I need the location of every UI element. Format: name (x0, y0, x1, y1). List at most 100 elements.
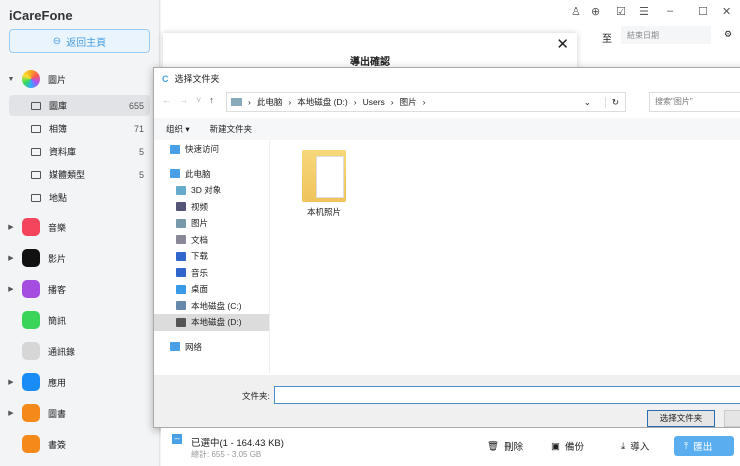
folder-item[interactable]: 本机照片 (294, 150, 354, 218)
menu-icon[interactable]: ☰ (639, 5, 649, 18)
tree-item[interactable]: 图片 (154, 215, 269, 232)
maximize-button[interactable]: ☐ (698, 5, 708, 18)
nav-arrows[interactable]: ←→˅↑ (162, 95, 222, 105)
folder-icon (302, 150, 346, 202)
sidebar-item-app[interactable]: 簡訊 (0, 309, 160, 331)
end-date-input[interactable]: 結束日期 (621, 26, 711, 44)
app-icon (22, 342, 40, 360)
sidebar-item-app[interactable]: ▶ 影片 (0, 247, 160, 269)
settings-icon[interactable]: ⚙ (724, 29, 732, 40)
expand-icon: ▼ (7, 75, 15, 83)
tree-item[interactable]: 文档 (154, 232, 269, 249)
close-button[interactable]: ✕ (722, 5, 731, 18)
item-icon (31, 170, 41, 179)
folder-icon (176, 301, 186, 311)
minimize-button[interactable]: – (667, 5, 673, 17)
sidebar-item-app[interactable]: ▶ 圖書 (0, 402, 160, 424)
modal-close-button[interactable]: ✕ (556, 35, 569, 53)
user-icon[interactable]: ♙ (571, 5, 581, 18)
sidebar-item-app[interactable]: ▶ 應用 (0, 371, 160, 393)
select-checkbox[interactable]: – (172, 434, 182, 444)
folder-icon (176, 235, 186, 245)
folder-icon (176, 251, 186, 261)
folder-icon (176, 185, 186, 195)
app-icon (22, 249, 40, 267)
sidebar-subitem[interactable]: 資料庫 5 (9, 141, 150, 162)
address-bar[interactable]: › 此电脑 › 本地磁盘 (D:) › Users › 图片 › ⌄ ↻ (226, 92, 626, 112)
tree-item[interactable]: 本地磁盘 (D:) (154, 314, 269, 331)
tree-item[interactable]: 本地磁盘 (C:) (154, 298, 269, 315)
sidebar-subitem[interactable]: 地點 (9, 187, 150, 208)
folder-icon (176, 317, 186, 327)
home-button[interactable]: ⊖ 返回主頁 (9, 29, 150, 53)
save-icon: ▣ (551, 440, 560, 452)
dialog-title: 选择文件夹 (174, 74, 220, 84)
total-count: 總計: 655 - 3.05 GB (191, 450, 262, 459)
item-icon (31, 101, 41, 110)
select-folder-button[interactable]: 选择文件夹 (647, 410, 715, 427)
app-icon: C (162, 73, 169, 84)
sidebar-subitem[interactable]: 媒體類型 5 (9, 164, 150, 185)
sidebar-item-app[interactable]: 通訊錄 (0, 340, 160, 362)
path-segment[interactable]: 此电脑 (257, 96, 283, 108)
chevron-down-icon[interactable]: ⌄ (584, 97, 591, 108)
photos-icon (22, 70, 40, 88)
folder-icon (170, 169, 180, 179)
download-icon[interactable]: ⊕ (591, 5, 600, 18)
back-icon: ⊖ (52, 35, 62, 47)
select-folder-dialog: C 选择文件夹 ←→˅↑ › 此电脑 › 本地磁盘 (D:) › Users › 图片 ›… (153, 67, 740, 428)
delete-button[interactable]: 🗑 刪除 (477, 436, 533, 456)
tree-item[interactable]: 网络 (154, 339, 269, 356)
app-icon (22, 218, 40, 236)
folder-icon (170, 342, 180, 352)
folder-icon (176, 218, 186, 228)
to-label: 至 (602, 34, 612, 45)
folder-icon (176, 268, 186, 278)
search-input[interactable]: 搜索"图片" (649, 92, 740, 112)
item-icon (31, 193, 41, 202)
tree-item[interactable]: 下载 (154, 248, 269, 265)
footer: – 已選中(1 - 164.43 KB) 總計: 655 - 3.05 GB 🗑… (161, 428, 740, 466)
cancel-button[interactable] (724, 410, 740, 427)
app-title: iCareFone (9, 8, 73, 23)
tree-item[interactable]: 视频 (154, 199, 269, 216)
path-segment[interactable]: 本地磁盘 (D:) (297, 96, 348, 108)
tree-item[interactable]: 快速访问 (154, 141, 269, 158)
folder-icon (170, 144, 180, 154)
organize-button[interactable]: 组织 ▾ (166, 123, 190, 135)
folder-tree: 快速访问此电脑 3D 对象 视频 图片 文档 下载 音乐 桌面 本地磁盘 (C:) 本地磁盘 (D… (154, 141, 270, 373)
trash-icon: 🗑 (487, 440, 500, 452)
app-icon (22, 435, 40, 453)
modal-title: 導出確認 (350, 57, 390, 68)
item-icon (31, 124, 41, 133)
import-button[interactable]: ⤓ 導入 (611, 436, 659, 456)
path-segment[interactable]: 图片 (400, 96, 417, 108)
sidebar-item-photos[interactable]: ▼ 圖片 (0, 68, 160, 90)
feedback-icon[interactable]: ☑ (616, 5, 626, 18)
path-segment[interactable]: Users (363, 97, 385, 107)
selected-count: 已選中(1 - 164.43 KB) (191, 438, 284, 449)
refresh-icon[interactable]: ↻ (604, 96, 625, 108)
sidebar: iCareFone ⊖ 返回主頁 ▼ 圖片 圖庫 655 相簿 71 資料庫 5 媒體類型 5 地點… (0, 0, 160, 466)
folder-icon (176, 202, 186, 212)
app-icon (22, 373, 40, 391)
new-folder-button[interactable]: 新建文件夹 (210, 123, 253, 135)
folder-icon (176, 284, 186, 294)
tree-item[interactable]: 桌面 (154, 281, 269, 298)
download-icon: ⤓ (621, 440, 626, 452)
folder-input[interactable] (274, 386, 740, 404)
upload-icon: ⤒ (684, 440, 689, 452)
tree-item[interactable]: 音乐 (154, 265, 269, 282)
export-button[interactable]: ⤒ 匯出 (674, 436, 734, 456)
sidebar-subitem[interactable]: 相簿 71 (9, 118, 150, 139)
tree-item[interactable]: 3D 对象 (154, 182, 269, 199)
backup-button[interactable]: ▣ 備份 (541, 436, 594, 456)
tree-item[interactable]: 此电脑 (154, 166, 269, 183)
sidebar-item-app[interactable]: ▶ 播客 (0, 278, 160, 300)
sidebar-item-app[interactable]: ▶ 音樂 (0, 216, 160, 238)
folder-label: 文件夹: (242, 391, 270, 401)
app-icon (22, 404, 40, 422)
item-icon (31, 147, 41, 156)
sidebar-subitem[interactable]: 圖庫 655 (9, 95, 150, 116)
sidebar-item-app[interactable]: 書簽 (0, 433, 160, 455)
